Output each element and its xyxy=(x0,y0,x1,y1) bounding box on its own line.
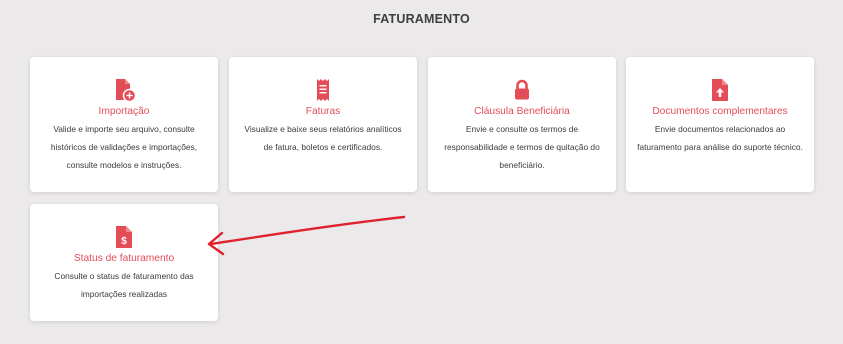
card-description: Visualize e baixe seus relatórios analít… xyxy=(244,124,402,152)
card-documentos-complementares[interactable]: Documentos complementares Envie document… xyxy=(626,57,814,192)
card-title: Faturas xyxy=(305,106,341,117)
card-importacao[interactable]: Importação Valide e importe seu arquivo,… xyxy=(30,57,218,192)
card-title: Importação xyxy=(98,106,150,117)
card-title: Documentos complementares xyxy=(652,106,788,117)
svg-text:$: $ xyxy=(121,236,127,247)
card-title: Status de faturamento xyxy=(73,253,175,264)
card-description: Envie documentos relacionados ao faturam… xyxy=(637,124,803,152)
lock-icon xyxy=(509,77,535,103)
file-add-icon xyxy=(111,77,137,103)
card-faturas[interactable]: Faturas Visualize e baixe seus relatório… xyxy=(229,57,417,192)
card-description: Valide e importe seu arquivo, consulte h… xyxy=(50,124,198,170)
receipt-icon xyxy=(310,77,336,103)
card-title: Cláusula Beneficiária xyxy=(474,106,570,117)
card-description: Consulte o status de faturamento das imp… xyxy=(54,271,194,299)
card-status-faturamento[interactable]: $ Status de faturamento Consulte o statu… xyxy=(30,204,218,321)
file-dollar-icon: $ xyxy=(111,224,137,250)
page-title: FATURAMENTO xyxy=(373,12,470,26)
file-upload-icon xyxy=(707,77,733,103)
card-clausula-beneficiaria[interactable]: Cláusula Beneficiária Envie e consulte o… xyxy=(428,57,616,192)
card-description: Envie e consulte os termos de responsabi… xyxy=(444,124,600,170)
